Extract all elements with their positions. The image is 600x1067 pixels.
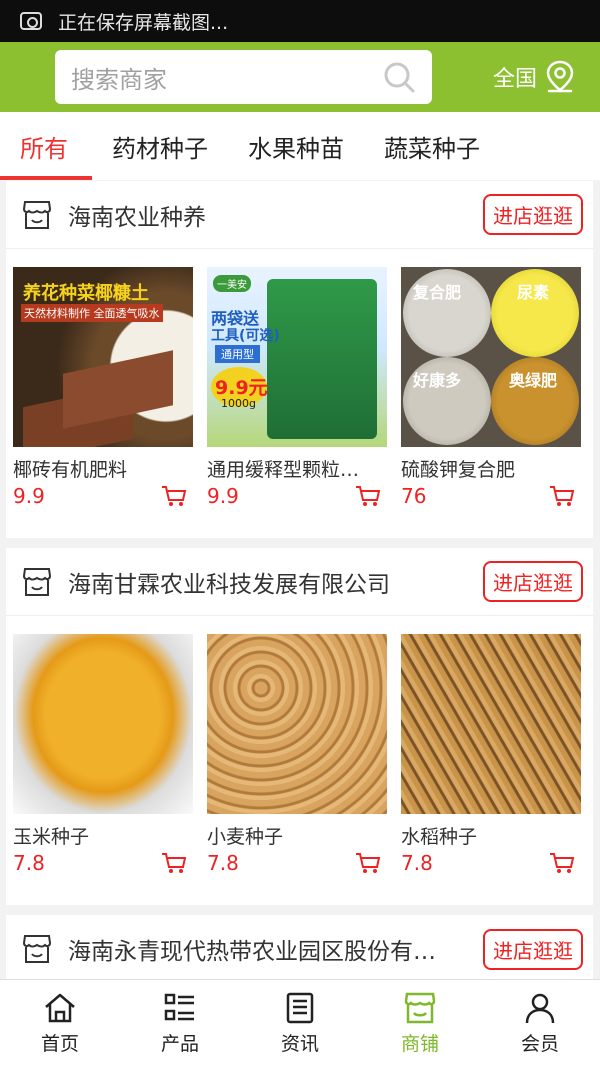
product-name[interactable]: 硫酸钾复合肥 (401, 455, 581, 482)
search-input[interactable]: 搜索商家 (71, 60, 382, 95)
product-name[interactable]: 玉米种子 (13, 822, 193, 849)
product-name[interactable]: 通用缓释型颗粒… (207, 455, 387, 482)
product-card[interactable]: 玉米种子 7.8 (13, 634, 193, 875)
tab-vegetable-seeds[interactable]: 蔬菜种子 (364, 112, 500, 180)
nav-member[interactable]: 会员 (480, 980, 600, 1067)
product-price: 7.8 (401, 851, 433, 875)
store-card: 海南农业种养 进店逛逛 养花种菜椰糠土 天然材料制作 全面透气吸水 椰砖有机肥料… (6, 181, 593, 538)
category-tabs: 所有 药材种子 水果种苗 蔬菜种子 (0, 112, 600, 180)
product-name[interactable]: 椰砖有机肥料 (13, 455, 193, 482)
status-notification: 正在保存屏幕截图... (58, 11, 229, 34)
product-price: 7.8 (207, 851, 239, 875)
search-box[interactable]: 搜索商家 (55, 50, 432, 104)
product-image-wheat-seeds[interactable] (207, 634, 387, 814)
nav-shops[interactable]: 商铺 (360, 980, 480, 1067)
product-image-rice-seeds[interactable] (401, 634, 581, 814)
enter-store-button[interactable]: 进店逛逛 (483, 561, 583, 602)
product-list: 玉米种子 7.8 小麦种子 7.8 水稻种子 7.8 (6, 616, 593, 875)
cart-icon[interactable] (549, 484, 575, 508)
product-image-fertilizer-bag[interactable]: 一美安 两袋送 工具(可选) 通用型 9.9元 1000g (207, 267, 387, 447)
tab-herb-seeds[interactable]: 药材种子 (92, 112, 228, 180)
store-name[interactable]: 海南永青现代热带农业园区股份有… (68, 932, 483, 966)
product-name[interactable]: 小麦种子 (207, 822, 387, 849)
shop-icon (22, 567, 52, 596)
store-name[interactable]: 海南甘霖农业科技发展有限公司 (68, 565, 483, 599)
product-list: 养花种菜椰糠土 天然材料制作 全面透气吸水 椰砖有机肥料 9.9 一美安 两袋送… (6, 249, 593, 508)
shop-icon (404, 992, 436, 1024)
nav-member-label: 会员 (520, 1033, 559, 1055)
store-header: 海南永青现代热带农业园区股份有… 进店逛逛 (6, 915, 593, 983)
screenshot-icon (20, 12, 42, 30)
store-name[interactable]: 海南农业种养 (68, 198, 483, 232)
nav-home[interactable]: 首页 (0, 980, 120, 1067)
nav-products[interactable]: 产品 (120, 980, 240, 1067)
user-icon (525, 993, 555, 1024)
tab-all[interactable]: 所有 (0, 112, 92, 180)
cart-icon[interactable] (161, 851, 187, 875)
cart-icon[interactable] (549, 851, 575, 875)
tab-fruit-seedlings[interactable]: 水果种苗 (228, 112, 364, 180)
cart-icon[interactable] (355, 851, 381, 875)
nav-news-label: 资讯 (280, 1033, 319, 1055)
enter-store-button[interactable]: 进店逛逛 (483, 194, 583, 235)
home-icon (45, 993, 75, 1023)
product-image-compound-fertilizer[interactable]: 复合肥 尿素 好康多 奥绿肥 (401, 267, 581, 447)
store-card: 海南甘霖农业科技发展有限公司 进店逛逛 玉米种子 7.8 小麦种子 7.8 水稻… (6, 548, 593, 905)
product-image-coir-brick[interactable]: 养花种菜椰糠土 天然材料制作 全面透气吸水 (13, 267, 193, 447)
product-card[interactable]: 水稻种子 7.8 (401, 634, 581, 875)
region-label: 全国 (493, 67, 538, 92)
shop-icon (22, 200, 52, 229)
product-price: 7.8 (13, 851, 45, 875)
product-card[interactable]: 养花种菜椰糠土 天然材料制作 全面透气吸水 椰砖有机肥料 9.9 (13, 267, 193, 508)
list-icon (164, 993, 194, 1021)
cart-icon[interactable] (355, 484, 381, 508)
nav-products-label: 产品 (160, 1033, 199, 1055)
nav-shops-label: 商铺 (400, 1033, 439, 1055)
cart-icon[interactable] (161, 484, 187, 508)
shop-icon (22, 935, 52, 963)
product-price: 9.9 (13, 484, 45, 508)
enter-store-button[interactable]: 进店逛逛 (483, 928, 583, 970)
bottom-nav: 首页 产品 资讯 商铺 会员 (0, 979, 600, 1067)
nav-news[interactable]: 资讯 (240, 980, 360, 1067)
nav-home-label: 首页 (40, 1033, 79, 1055)
location-pin-icon (546, 60, 574, 93)
product-price: 76 (401, 484, 427, 508)
region-selector[interactable]: 全国 (493, 56, 575, 98)
top-header: 搜索商家 全国 (0, 42, 600, 112)
product-card[interactable]: 一美安 两袋送 工具(可选) 通用型 9.9元 1000g 通用缓释型颗粒… 9… (207, 267, 387, 508)
product-name[interactable]: 水稻种子 (401, 822, 581, 849)
product-card[interactable]: 复合肥 尿素 好康多 奥绿肥 硫酸钾复合肥 76 (401, 267, 581, 508)
news-icon (286, 992, 314, 1024)
product-price: 9.9 (207, 484, 239, 508)
store-header: 海南农业种养 进店逛逛 (6, 181, 593, 249)
store-header: 海南甘霖农业科技发展有限公司 进店逛逛 (6, 548, 593, 616)
product-card[interactable]: 小麦种子 7.8 (207, 634, 387, 875)
store-card: 海南永青现代热带农业园区股份有… 进店逛逛 (6, 915, 593, 979)
search-icon[interactable] (382, 60, 416, 94)
status-bar: 正在保存屏幕截图... (0, 0, 600, 42)
product-image-corn-seeds[interactable] (13, 634, 193, 814)
